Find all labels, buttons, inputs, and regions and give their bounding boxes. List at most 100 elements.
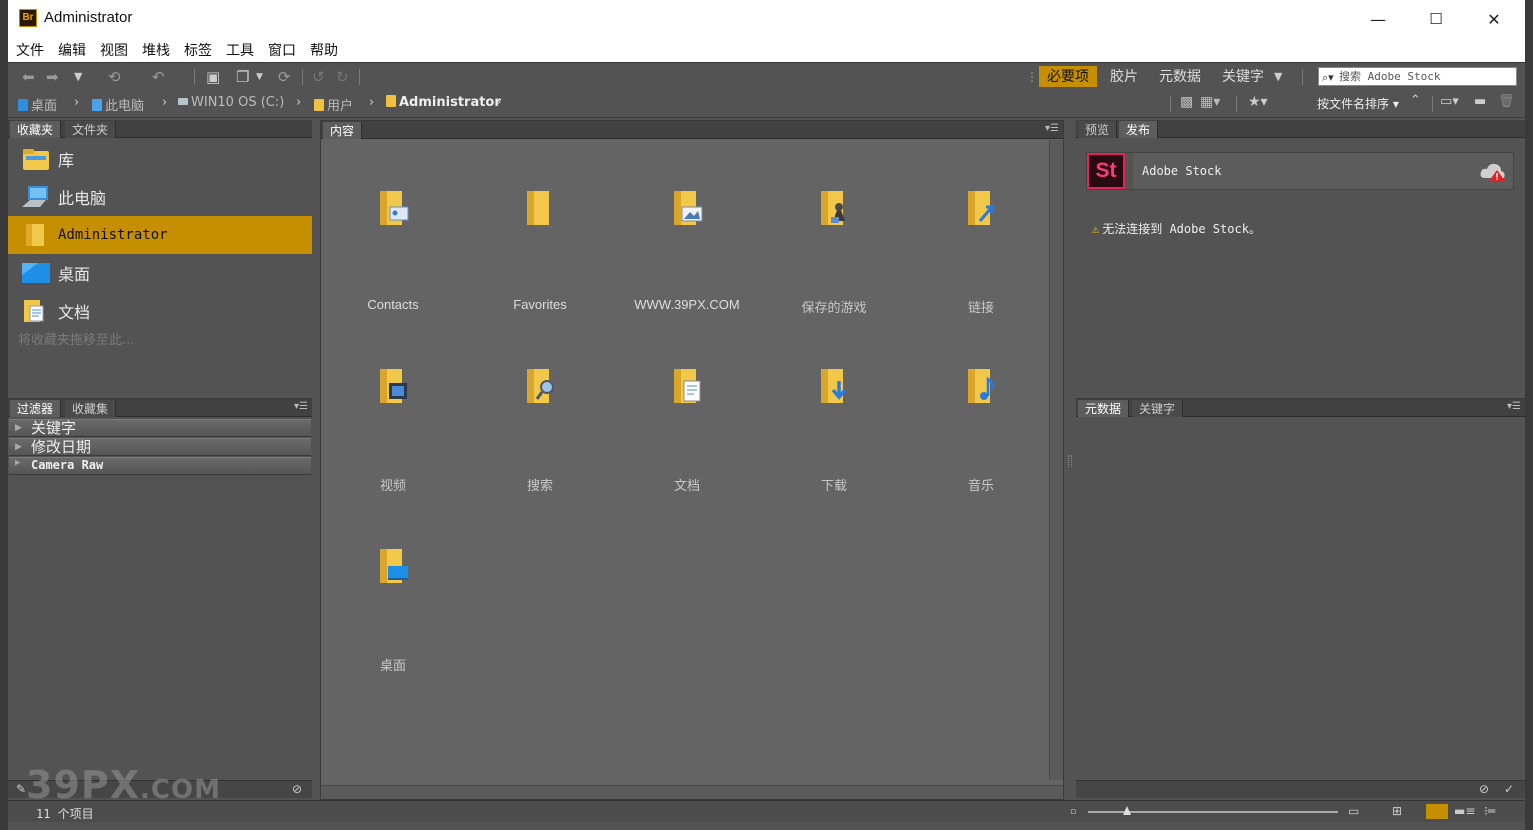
grid-lock-icon[interactable]: ⊞ xyxy=(1392,804,1402,818)
rotate-right-icon[interactable]: ↻ xyxy=(336,68,349,86)
new-folder-icon[interactable]: ▬ xyxy=(1474,93,1486,111)
tab-folders[interactable]: 文件夹 xyxy=(65,121,117,138)
panel-menu-icon[interactable]: ▾☰ xyxy=(1507,401,1521,412)
tab-metadata[interactable]: 元数据 xyxy=(1078,400,1130,417)
thumbnail-favorites[interactable]: Favorites xyxy=(470,146,610,316)
tab-preview[interactable]: 预览 xyxy=(1078,121,1118,138)
tab-publish[interactable]: 发布 xyxy=(1119,121,1159,138)
favorite-item-documents[interactable]: 文档 xyxy=(8,292,312,330)
breadcrumb-this-pc[interactable]: 此电脑 xyxy=(92,95,144,114)
tab-collections[interactable]: 收藏集 xyxy=(65,400,117,417)
thumbnail-links[interactable]: 链接 xyxy=(911,146,1051,316)
history-dropdown-icon[interactable]: ▼ xyxy=(74,68,82,86)
minimize-button[interactable]: — xyxy=(1349,0,1407,38)
panel-menu-icon[interactable]: ▾☰ xyxy=(1045,123,1059,134)
quality-dropdown-icon[interactable]: ▦▾ xyxy=(1200,93,1220,111)
disclosure-triangle-icon[interactable]: ▶ xyxy=(15,458,20,468)
recent-folder-icon[interactable]: ⟲ xyxy=(108,68,121,86)
menu-edit[interactable]: 编辑 xyxy=(58,40,86,60)
menu-label[interactable]: 标签 xyxy=(184,40,212,60)
menu-view[interactable]: 视图 xyxy=(100,40,128,60)
sort-ascending-icon[interactable]: ⌃ xyxy=(1410,93,1421,108)
thumbnail-39px[interactable]: WWW.39PX.COM xyxy=(617,146,757,316)
camera-icon[interactable]: ▣ xyxy=(206,68,220,86)
thumbnail-small-icon[interactable]: ▫ xyxy=(1070,807,1076,817)
splitter-handle[interactable] xyxy=(1068,455,1072,467)
disclosure-triangle-icon[interactable]: ▶ xyxy=(15,439,22,455)
delete-icon[interactable]: 🗑 xyxy=(1498,93,1515,111)
content-vertical-scrollbar[interactable] xyxy=(1049,140,1063,780)
thumbnail-music[interactable]: 音乐 xyxy=(911,324,1051,494)
thumbnail-desktop[interactable]: 桌面 xyxy=(323,504,463,674)
menu-tools[interactable]: 工具 xyxy=(226,40,254,60)
menu-stack[interactable]: 堆栈 xyxy=(142,40,170,60)
computer-icon xyxy=(22,186,48,207)
return-icon[interactable]: ↶ xyxy=(152,68,165,86)
thumbnail-videos[interactable]: 视频 xyxy=(323,324,463,494)
cancel-icon[interactable]: ⊘ xyxy=(1479,782,1489,796)
filter-camera-raw[interactable]: ▶ Camera Raw xyxy=(9,457,311,475)
rotate-icon[interactable]: ⟳ xyxy=(278,68,291,86)
favorite-item-administrator[interactable]: Administrator xyxy=(8,216,312,254)
refine-icon[interactable]: ❐ xyxy=(236,68,249,86)
panel-menu-icon[interactable]: ▾☰ xyxy=(294,401,308,412)
quality-icon[interactable]: ▩ xyxy=(1180,93,1193,111)
toolbar-separator xyxy=(1170,96,1171,112)
tab-content[interactable]: 内容 xyxy=(323,122,363,139)
disclosure-triangle-icon[interactable]: ▶ xyxy=(15,420,22,436)
workspace-metadata[interactable]: 元数据 xyxy=(1151,66,1209,87)
rotate-left-icon[interactable]: ↺ xyxy=(312,68,325,86)
sort-dropdown[interactable]: 按文件名排序 ▾ xyxy=(1317,95,1399,112)
refine-dropdown-icon[interactable]: ▼ xyxy=(256,68,263,86)
view-list-icon[interactable]: ⁝═ xyxy=(1484,804,1495,818)
toolbar-separator xyxy=(1302,69,1303,85)
tab-filter[interactable]: 过滤器 xyxy=(10,400,62,417)
content-horizontal-scrollbar[interactable] xyxy=(321,785,1063,799)
filter-keywords[interactable]: ▶ 关键字 xyxy=(9,419,311,437)
chevron-right-icon[interactable]: › xyxy=(296,95,301,110)
toolbar: ⬅ ➡ ▼ ⟲ ↶ ▣ ❐ ▼ ⟳ ↺ ↻ ⋮ 必要项 胶片 元数据 关键字 ▼… xyxy=(8,62,1525,90)
menu-window[interactable]: 窗口 xyxy=(268,40,296,60)
apply-check-icon[interactable]: ✓ xyxy=(1504,782,1514,796)
thumbnail-saved-games[interactable]: 保存的游戏 xyxy=(764,146,904,316)
chevron-right-icon[interactable]: › xyxy=(496,95,501,110)
thumbnail-contacts[interactable]: Contacts xyxy=(323,146,463,316)
chevron-right-icon[interactable]: › xyxy=(162,95,167,110)
tab-keywords[interactable]: 关键字 xyxy=(1132,400,1184,417)
workspace-essentials[interactable]: 必要项 xyxy=(1039,66,1097,87)
adobe-stock-service[interactable]: St Adobe Stock xyxy=(1086,152,1514,190)
open-recent-icon[interactable]: ▭▾ xyxy=(1440,93,1459,111)
chevron-right-icon[interactable]: › xyxy=(74,95,79,110)
maximize-button[interactable]: ☐ xyxy=(1407,0,1465,38)
filter-date-modified[interactable]: ▶ 修改日期 xyxy=(9,438,311,456)
thumbnail-large-icon[interactable]: ▭ xyxy=(1348,804,1359,818)
workspace-filmstrip[interactable]: 胶片 xyxy=(1102,66,1146,87)
star-rating-icon[interactable]: ★▾ xyxy=(1248,93,1268,111)
back-arrow-icon[interactable]: ⬅ xyxy=(22,68,35,86)
stock-search-input[interactable]: 搜索 Adobe Stock xyxy=(1318,67,1517,86)
breadcrumb-desktop[interactable]: 桌面 xyxy=(18,95,57,114)
folder-small-icon xyxy=(386,95,396,107)
menu-file[interactable]: 文件 xyxy=(16,40,44,60)
pin-icon[interactable]: ✎ xyxy=(16,782,26,796)
favorite-item-library[interactable]: 库 xyxy=(8,140,312,178)
contacts-folder-icon xyxy=(380,191,409,225)
favorite-item-desktop[interactable]: 桌面 xyxy=(8,254,312,292)
forward-arrow-icon[interactable]: ➡ xyxy=(46,68,59,86)
breadcrumb-users[interactable]: 用户 xyxy=(314,95,353,114)
thumbnail-searches[interactable]: 搜索 xyxy=(470,324,610,494)
view-thumbnails-button[interactable] xyxy=(1426,804,1448,819)
breadcrumb-administrator[interactable]: Administrator xyxy=(386,95,501,110)
workspace-keywords[interactable]: 关键字 xyxy=(1214,66,1272,87)
view-details-icon[interactable]: ▬≡ xyxy=(1454,804,1475,818)
tab-favorites[interactable]: 收藏夹 xyxy=(10,121,62,138)
clear-filter-icon[interactable]: ⊘ xyxy=(292,782,302,796)
close-button[interactable]: ✕ xyxy=(1465,0,1523,38)
breadcrumb-drive[interactable]: WIN10 OS (C:) xyxy=(178,95,284,110)
thumbnail-downloads[interactable]: 下载 xyxy=(764,324,904,494)
thumbnail-documents[interactable]: 文档 xyxy=(617,324,757,494)
favorite-item-this-pc[interactable]: 此电脑 xyxy=(8,178,312,216)
menu-help[interactable]: 帮助 xyxy=(310,40,338,60)
workspace-dropdown-icon[interactable]: ▼ xyxy=(1274,68,1282,86)
chevron-right-icon[interactable]: › xyxy=(369,95,374,110)
